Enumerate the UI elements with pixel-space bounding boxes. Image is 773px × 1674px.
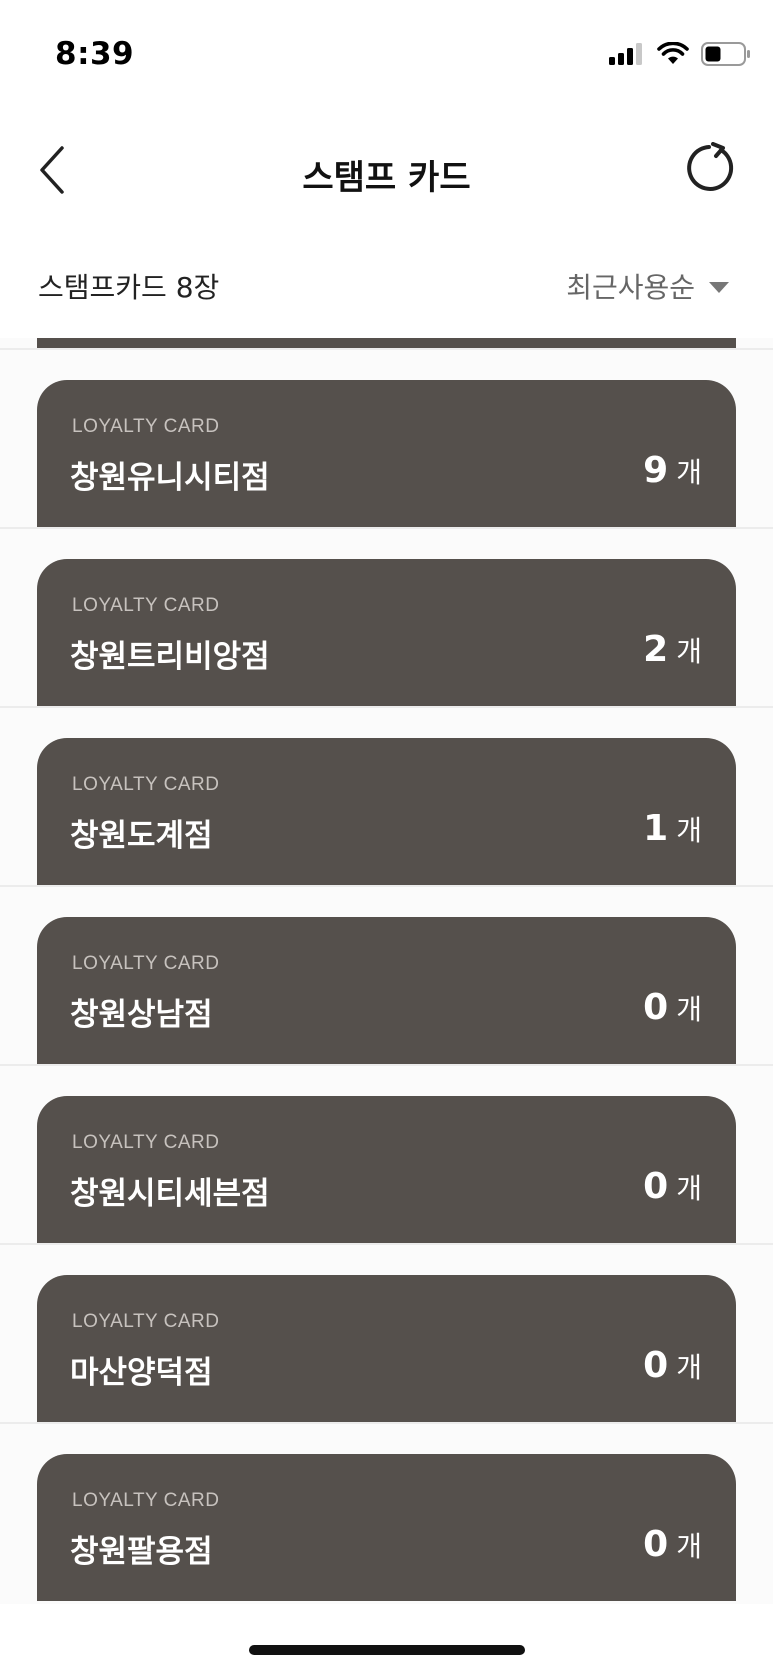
store-name: 창원도계점 [70, 818, 213, 854]
card-type-label: LOYALTY CARD [72, 774, 220, 795]
stamp-card[interactable]: LOYALTY CARD 창원트리비앙점 2 개 [37, 559, 736, 706]
list-item: LOYALTY CARD 창원도계점 1 개 [0, 706, 773, 885]
store-name: 창원팔용점 [70, 1534, 213, 1570]
caret-down-icon [709, 281, 729, 293]
stamp-unit: 개 [676, 993, 702, 1026]
stamp-card[interactable]: LOYALTY CARD 마산양덕점 0 개 [37, 1275, 736, 1422]
store-name: 창원상남점 [70, 997, 213, 1033]
list-item: LOYALTY CARD 창원유니시티점 9 개 [0, 348, 773, 527]
list-item: LOYALTY CARD 창원트리비앙점 2 개 [0, 527, 773, 706]
stamp-count-group: 1개 [643, 808, 702, 849]
stamp-unit: 개 [676, 814, 702, 847]
stamp-card[interactable]: LOYALTY CARD 창원팔용점 0 개 [37, 1454, 736, 1601]
list-item: LOYALTY CARD 창원상남점 0 개 [0, 885, 773, 1064]
stamp-count: 0 [643, 1166, 669, 1207]
card-type-label: LOYALTY CARD [72, 416, 220, 437]
stamp-count-group: 0개 [643, 1345, 702, 1386]
stamp-unit: 개 [676, 1530, 702, 1563]
row-divider [0, 527, 773, 529]
list-header: 스탬프카드 8장 최근사용순 [0, 262, 773, 312]
wifi-icon [657, 42, 689, 64]
home-indicator [249, 1645, 525, 1655]
stamp-count: 9 [643, 450, 669, 491]
card-type-label: LOYALTY CARD [72, 1490, 220, 1511]
card-type-label: LOYALTY CARD [72, 1132, 220, 1153]
list-item: LOYALTY CARD 마산양덕점 0 개 [0, 1243, 773, 1422]
stamp-count: 0 [643, 987, 669, 1028]
stamp-count: 0 [643, 1524, 669, 1565]
stamp-count: 2 [643, 629, 669, 670]
refresh-icon [687, 142, 734, 191]
row-divider [0, 1064, 773, 1066]
refresh-button[interactable] [683, 142, 735, 194]
card-type-label: LOYALTY CARD [72, 953, 220, 974]
sort-dropdown[interactable]: 최근사용순 [566, 266, 729, 306]
row-divider [0, 885, 773, 887]
stamp-unit: 개 [676, 1351, 702, 1384]
stamp-card[interactable]: LOYALTY CARD 창원도계점 1 개 [37, 738, 736, 885]
status-icons [609, 42, 751, 66]
stamp-card-list[interactable]: LOYALTY CARD 창원유니시티점 9 개 LOYALTY CARD 창원트리비앙점… [0, 338, 773, 1604]
stamp-count-group: 0개 [643, 1166, 702, 1207]
stamp-count-group: 0개 [643, 987, 702, 1028]
card-count-label: 스탬프카드 8장 [38, 271, 220, 304]
list-item: LOYALTY CARD 창원시티세븐점 0 개 [0, 1064, 773, 1243]
stamp-count: 0 [643, 1345, 669, 1386]
sort-label: 최근사용순 [566, 271, 695, 304]
store-name: 마산양덕점 [70, 1355, 213, 1391]
stamp-unit: 개 [676, 456, 702, 489]
list-item: LOYALTY CARD 창원팔용점 0 개 [0, 1422, 773, 1601]
cellular-signal-icon [609, 43, 642, 65]
stamp-card[interactable]: LOYALTY CARD 창원유니시티점 9 개 [37, 380, 736, 527]
stamp-count-group: 9개 [643, 450, 702, 491]
partial-card-top [37, 338, 736, 348]
store-name: 창원유니시티점 [70, 460, 270, 496]
card-type-label: LOYALTY CARD [72, 1311, 220, 1332]
stamp-card[interactable]: LOYALTY CARD 창원상남점 0 개 [37, 917, 736, 1064]
store-name: 창원시티세븐점 [70, 1176, 270, 1212]
stamp-unit: 개 [676, 635, 702, 668]
card-type-label: LOYALTY CARD [72, 595, 220, 616]
row-divider [0, 1243, 773, 1245]
page-title: 스탬프 카드 [302, 158, 471, 198]
stamp-count-group: 2개 [643, 629, 702, 670]
row-divider [0, 348, 773, 350]
row-divider [0, 706, 773, 708]
status-time: 8:39 [55, 36, 135, 72]
stamp-card[interactable]: LOYALTY CARD 창원시티세븐점 0 개 [37, 1096, 736, 1243]
stamp-count-group: 0개 [643, 1524, 702, 1565]
row-divider [0, 1422, 773, 1424]
stamp-unit: 개 [676, 1172, 702, 1205]
nav-bar: 스탬프 카드 [0, 120, 773, 220]
battery-icon [701, 42, 750, 66]
stamp-count: 1 [643, 808, 669, 849]
status-bar: 8:39 [0, 0, 773, 110]
store-name: 창원트리비앙점 [70, 639, 270, 675]
